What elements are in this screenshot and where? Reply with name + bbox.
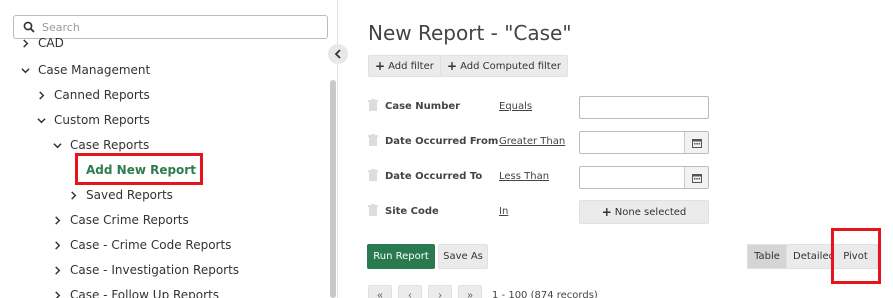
filter-label: Date Occurred From — [385, 136, 499, 147]
trash-icon[interactable] — [368, 204, 378, 216]
tree-item-cad[interactable]: CAD — [21, 37, 64, 53]
filter-label: Case Number — [385, 101, 461, 112]
site-code-multiselect[interactable]: + None selected — [579, 200, 709, 224]
pager-first-button[interactable]: « — [368, 285, 392, 298]
search-box[interactable] — [13, 15, 328, 39]
view-detailed-button[interactable]: Detailed — [786, 244, 834, 269]
tree-item-case-management[interactable]: Case Management — [21, 60, 150, 80]
pager-next-button[interactable]: › — [428, 285, 452, 298]
chevron-down-icon — [37, 114, 51, 126]
tree-item-label: Case - Crime Code Reports — [70, 238, 232, 252]
view-table-button[interactable]: Table — [747, 244, 787, 269]
tree-item-canned-reports[interactable]: Canned Reports — [37, 85, 150, 105]
chevron-right-icon — [53, 289, 67, 298]
tree-item-label: Case - Investigation Reports — [70, 263, 240, 277]
tree-item-label: Case Management — [38, 63, 151, 77]
filter-operator-link[interactable]: In — [499, 206, 508, 217]
filter-row: Site Code In + None selected — [368, 200, 888, 227]
tree-item-case-investigation-reports[interactable]: Case - Investigation Reports — [53, 260, 239, 280]
tree-item-custom-reports[interactable]: Custom Reports — [37, 110, 150, 130]
chevron-down-icon — [53, 139, 67, 151]
date-from-input[interactable] — [579, 131, 709, 154]
save-as-button[interactable]: Save As — [438, 244, 488, 269]
filter-label: Site Code — [385, 206, 439, 217]
filter-operator-link[interactable]: Greater Than — [499, 136, 565, 147]
plus-icon: + — [375, 59, 386, 73]
plus-icon: + — [601, 205, 612, 219]
chevron-right-icon — [21, 37, 35, 49]
case-number-input[interactable] — [579, 96, 709, 119]
chevron-right-icon — [69, 189, 83, 201]
add-computed-filter-label: Add Computed filter — [460, 60, 561, 72]
add-filter-button[interactable]: + Add filter — [368, 55, 441, 77]
search-icon — [23, 21, 35, 33]
tree-item-case-crime-reports[interactable]: Case Crime Reports — [53, 210, 189, 230]
chevron-right-icon — [53, 264, 67, 276]
trash-icon[interactable] — [368, 169, 378, 181]
search-input[interactable] — [42, 19, 322, 35]
tree-item-label: Case Reports — [70, 138, 150, 152]
tree-item-label: Saved Reports — [86, 188, 173, 202]
filter-operator-link[interactable]: Equals — [499, 101, 532, 112]
plus-icon: + — [447, 59, 458, 73]
filter-label: Date Occurred To — [385, 171, 483, 182]
pager-last-button[interactable]: » — [458, 285, 482, 298]
tree-item-case-crime-code-reports[interactable]: Case - Crime Code Reports — [53, 235, 231, 255]
run-report-button[interactable]: Run Report — [367, 244, 435, 269]
tree-item-label: Canned Reports — [54, 88, 150, 102]
tree-item-label: Custom Reports — [54, 113, 150, 127]
tree-item-case-reports[interactable]: Case Reports — [53, 135, 149, 155]
tree-item-label: Case - Follow Up Reports — [70, 288, 220, 298]
calendar-icon[interactable] — [684, 167, 708, 188]
tree-item-saved-reports[interactable]: Saved Reports — [69, 185, 173, 205]
filter-row: Date Occurred To Less Than — [368, 166, 888, 192]
highlight-box-pivot — [831, 228, 881, 284]
trash-icon[interactable] — [368, 134, 378, 146]
tree-item-label: CAD — [38, 37, 64, 50]
sidebar-scrollbar[interactable] — [330, 80, 336, 298]
chevron-right-icon — [53, 214, 67, 226]
pager-prev-button[interactable]: ‹ — [398, 285, 422, 298]
multiselect-label: None selected — [614, 206, 687, 218]
add-computed-filter-button[interactable]: + Add Computed filter — [440, 55, 568, 77]
chevron-right-icon — [53, 239, 67, 251]
filter-row: Case Number Equals — [368, 96, 888, 122]
chevron-right-icon — [37, 89, 51, 101]
add-filter-label: Add filter — [388, 60, 434, 72]
chevron-down-icon — [21, 64, 35, 76]
pager-info: 1 - 100 (874 records) — [492, 290, 598, 298]
tree-item-label: Case Crime Reports — [70, 213, 189, 227]
filter-operator-link[interactable]: Less Than — [499, 171, 549, 182]
sidebar: CAD Case Management Canned Reports Custo… — [0, 0, 338, 298]
tree-item-case-follow-up-reports[interactable]: Case - Follow Up Reports — [53, 285, 219, 298]
trash-icon[interactable] — [368, 99, 378, 111]
page-title: New Report - "Case" — [368, 21, 572, 45]
main-panel: New Report - "Case" + Add filter + Add Com… — [339, 0, 893, 298]
filter-row: Date Occurred From Greater Than — [368, 131, 888, 157]
date-to-input[interactable] — [579, 166, 709, 189]
highlight-box-add-new-report — [75, 153, 203, 185]
calendar-icon[interactable] — [684, 132, 708, 153]
